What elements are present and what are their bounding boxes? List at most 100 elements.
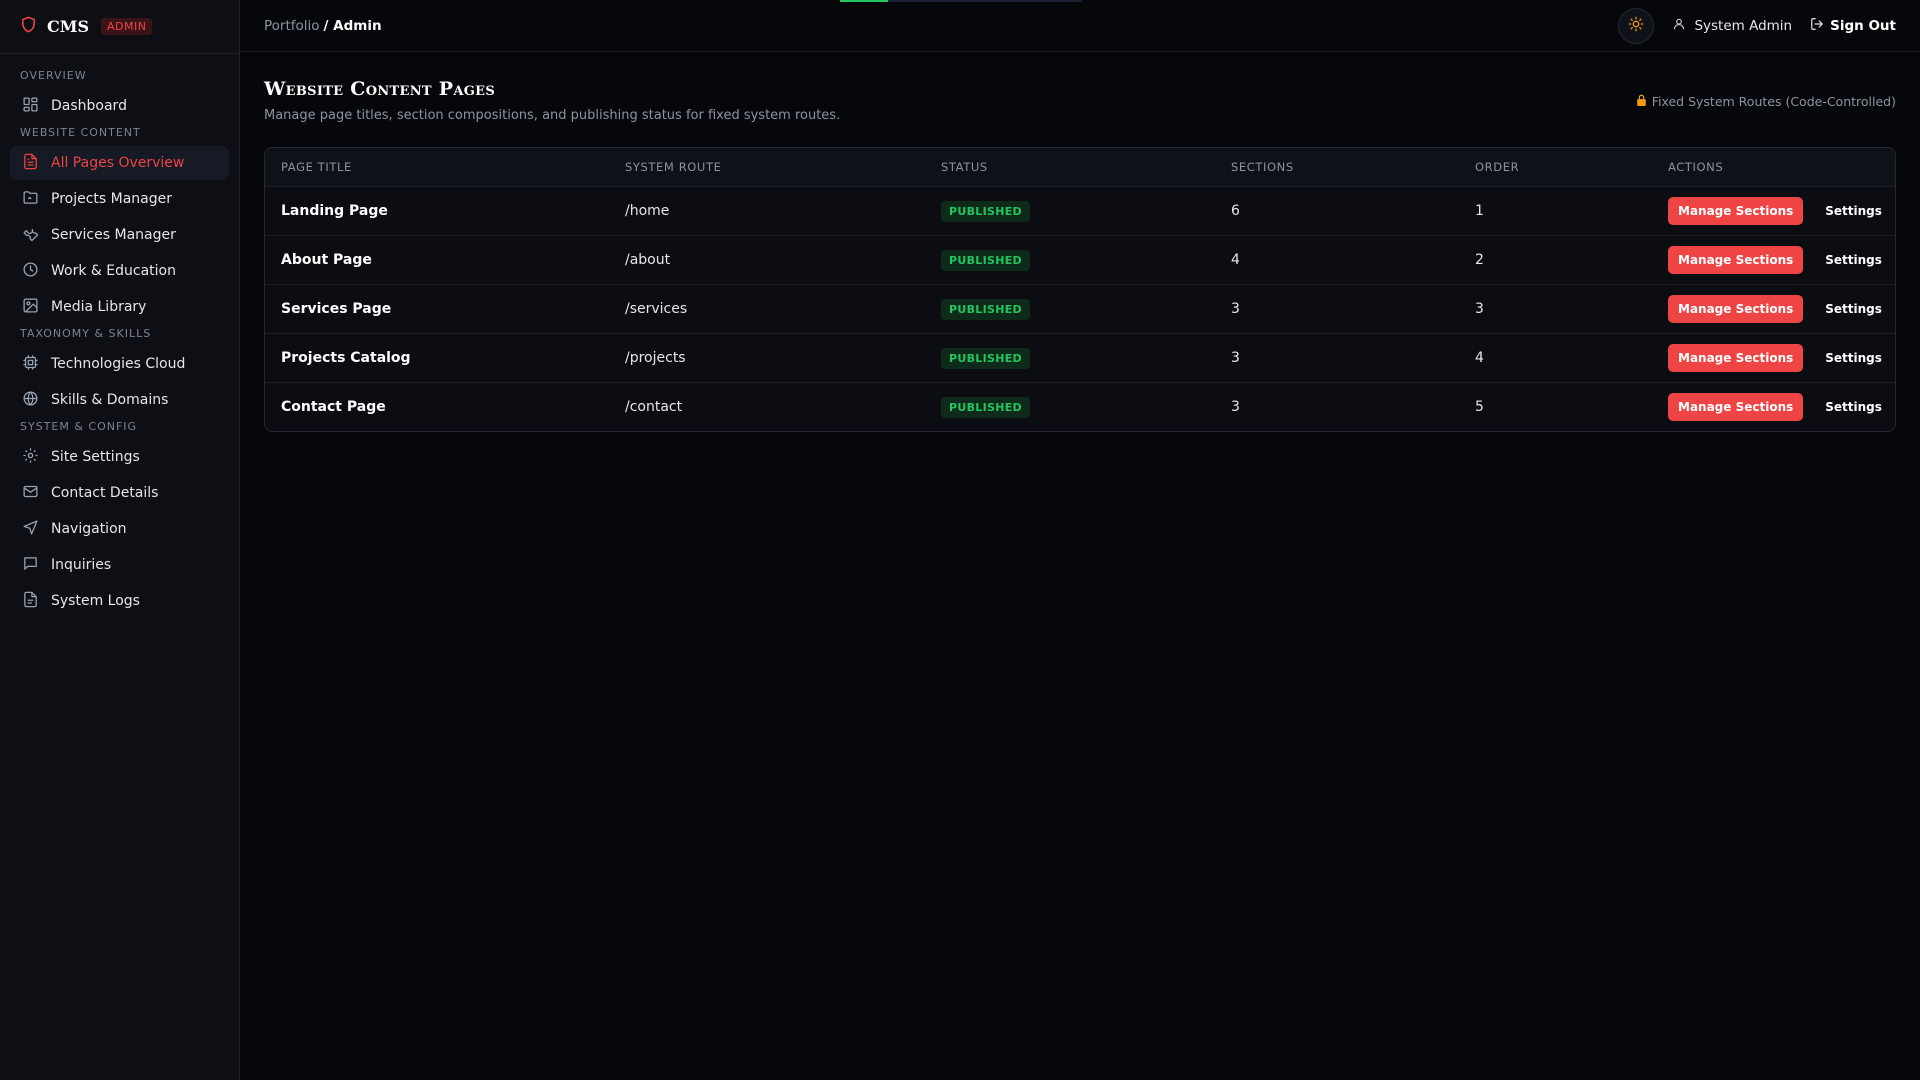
main-content: Website Content Pages Manage page titles…	[264, 52, 1896, 432]
sections-cell: 6	[1231, 203, 1240, 219]
nav-group-overview: Overview	[20, 69, 87, 82]
settings-button[interactable]: Settings	[1819, 295, 1888, 323]
settings-button[interactable]: Settings	[1819, 197, 1888, 225]
status-badge: PUBLISHED	[941, 249, 1030, 271]
order-cell: 3	[1475, 301, 1484, 317]
sidebar-item-services-manager[interactable]: Services Manager	[10, 218, 229, 252]
image-icon	[22, 297, 39, 318]
page-title-cell: Landing Page	[281, 203, 388, 219]
settings-button[interactable]: Settings	[1819, 393, 1888, 421]
page-title-cell: Contact Page	[281, 399, 386, 415]
folder-icon	[22, 189, 39, 210]
sections-cell: 3	[1231, 399, 1240, 415]
settings-button[interactable]: Settings	[1819, 344, 1888, 372]
manage-sections-button[interactable]: Manage Sections	[1668, 295, 1804, 323]
sign-out-button[interactable]: Sign Out	[1810, 17, 1896, 35]
table-row: Projects Catalog /projects PUBLISHED 3 4…	[265, 333, 1895, 382]
manage-sections-button[interactable]: Manage Sections	[1668, 246, 1804, 274]
lock-icon	[1636, 94, 1647, 109]
cpu-icon	[22, 354, 39, 375]
manage-sections-button[interactable]: Manage Sections	[1668, 197, 1804, 225]
nav-group-taxonomy-skills: Taxonomy & Skills	[20, 327, 152, 340]
sidebar-item-site-settings[interactable]: Site Settings	[10, 440, 229, 474]
order-cell: 5	[1475, 399, 1484, 415]
sidebar-item-technologies-cloud[interactable]: Technologies Cloud	[10, 347, 229, 381]
sidebar-item-projects-manager[interactable]: Projects Manager	[10, 182, 229, 216]
page-subtitle: Manage page titles, section compositions…	[264, 108, 841, 123]
route-cell: /about	[625, 252, 671, 268]
sidebar-item-navigation[interactable]: Navigation	[10, 512, 229, 546]
user-menu[interactable]: System Admin	[1672, 17, 1792, 35]
page-title: Website Content Pages	[264, 78, 496, 100]
clock-icon	[22, 261, 39, 282]
sidebar-item-label: Projects Manager	[51, 191, 173, 207]
sidebar-item-label: Work & Education	[51, 263, 176, 279]
page-title-cell: Services Page	[281, 301, 392, 317]
column-header-actions: Actions	[1668, 160, 1724, 174]
log-icon	[22, 591, 39, 612]
admin-badge: ADMIN	[101, 18, 153, 35]
sidebar-item-label: Technologies Cloud	[51, 356, 186, 372]
table-row: About Page /about PUBLISHED 4 2 Manage S…	[265, 235, 1895, 284]
brand-name: CMS	[47, 17, 89, 36]
sections-cell: 3	[1231, 301, 1240, 317]
actions-cell: Manage Sections Settings	[1668, 295, 1895, 323]
actions-cell: Manage Sections Settings	[1668, 344, 1895, 372]
route-cell: /projects	[625, 350, 686, 366]
status-cell: PUBLISHED	[941, 396, 1231, 418]
route-cell: /home	[625, 203, 670, 219]
file-text-icon	[22, 153, 39, 174]
sun-icon	[1628, 16, 1644, 36]
sidebar-item-all-pages-overview[interactable]: All Pages Overview	[10, 146, 229, 180]
status-cell: PUBLISHED	[941, 249, 1231, 271]
status-cell: PUBLISHED	[941, 200, 1231, 222]
sidebar-item-label: Dashboard	[51, 98, 127, 114]
sidebar-item-inquiries[interactable]: Inquiries	[10, 548, 229, 582]
table-row: Contact Page /contact PUBLISHED 3 5 Mana…	[265, 382, 1895, 431]
actions-cell: Manage Sections Settings	[1668, 393, 1895, 421]
manage-sections-button[interactable]: Manage Sections	[1668, 344, 1804, 372]
column-header-status: Status	[941, 160, 988, 174]
table-header-row: Page Title System Route Status Sections …	[265, 148, 1895, 186]
fixed-routes-note: Fixed System Routes (Code-Controlled)	[1636, 94, 1896, 109]
actions-cell: Manage Sections Settings	[1668, 246, 1895, 274]
status-cell: PUBLISHED	[941, 298, 1231, 320]
sidebar-item-label: Skills & Domains	[51, 392, 169, 408]
sidebar-item-label: Inquiries	[51, 557, 112, 573]
sidebar-item-label: Site Settings	[51, 449, 140, 465]
top-header: Portfolio / Admin System Admin Sign Out	[240, 0, 1920, 52]
column-header-sections: Sections	[1231, 160, 1294, 174]
column-header-system-route: System Route	[625, 160, 722, 174]
user-name: System Admin	[1694, 17, 1793, 34]
sign-out-label: Sign Out	[1830, 17, 1896, 34]
status-badge: PUBLISHED	[941, 298, 1030, 320]
table-row: Landing Page /home PUBLISHED 6 1 Manage …	[265, 186, 1895, 235]
breadcrumb-root[interactable]: Portfolio	[264, 18, 320, 34]
page-title-cell: About Page	[281, 252, 372, 268]
theme-toggle-button[interactable]	[1618, 7, 1655, 44]
sidebar-item-label: Navigation	[51, 521, 127, 537]
pages-table: Page Title System Route Status Sections …	[264, 147, 1896, 432]
gear-icon	[22, 447, 39, 468]
column-header-page-title: Page Title	[281, 160, 352, 174]
route-cell: /services	[625, 301, 688, 317]
sidebar: CMS ADMIN Overview Dashboard Website Con…	[0, 0, 240, 1080]
sidebar-item-system-logs[interactable]: System Logs	[10, 584, 229, 618]
column-header-order: Order	[1475, 160, 1520, 174]
sidebar-item-work-education[interactable]: Work & Education	[10, 254, 229, 288]
manage-sections-button[interactable]: Manage Sections	[1668, 393, 1804, 421]
sidebar-item-media-library[interactable]: Media Library	[10, 290, 229, 324]
wrench-icon	[22, 225, 39, 246]
sidebar-item-contact-details[interactable]: Contact Details	[10, 476, 229, 510]
table-body: Landing Page /home PUBLISHED 6 1 Manage …	[265, 186, 1895, 431]
sidebar-item-dashboard[interactable]: Dashboard	[10, 89, 229, 123]
navigation-icon	[22, 519, 39, 540]
mail-icon	[22, 483, 39, 504]
settings-button[interactable]: Settings	[1819, 246, 1888, 274]
message-icon	[22, 555, 39, 576]
page-header: Website Content Pages Manage page titles…	[264, 52, 1896, 147]
header-actions: System Admin Sign Out	[1618, 7, 1896, 44]
sidebar-item-label: All Pages Overview	[51, 155, 185, 171]
sidebar-item-skills-domains[interactable]: Skills & Domains	[10, 383, 229, 417]
dashboard-icon	[22, 96, 39, 117]
